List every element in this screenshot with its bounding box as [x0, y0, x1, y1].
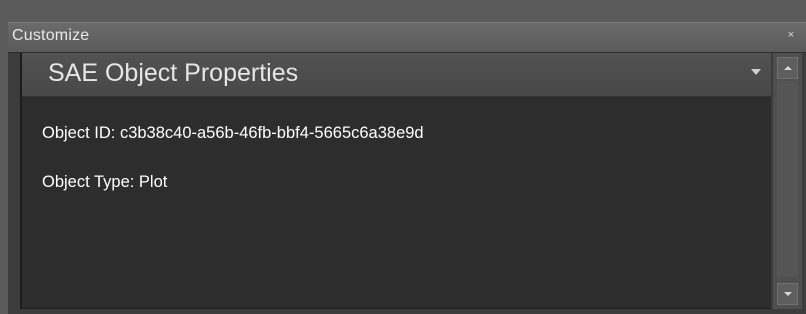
window-titlebar[interactable]: Customize × — [8, 23, 806, 53]
window-title: Customize — [12, 27, 90, 44]
panel-title: SAE Object Properties — [48, 59, 299, 87]
customize-window: Customize × SAE Object Properties Object… — [8, 22, 806, 314]
vertical-scrollbar[interactable] — [773, 53, 802, 309]
scroll-track[interactable] — [777, 81, 798, 277]
scroll-up-icon[interactable] — [777, 57, 798, 79]
properties-panel: SAE Object Properties Object ID: c3b38c4… — [20, 53, 771, 309]
chevron-down-icon[interactable] — [751, 69, 761, 75]
scroll-down-icon[interactable] — [777, 283, 798, 305]
panel-body: Object ID: c3b38c40-a56b-46fb-bbf4-5665c… — [22, 97, 771, 308]
close-icon[interactable]: × — [784, 28, 798, 42]
object-type-text: Object Type: Plot — [42, 173, 168, 191]
panel-header-dropdown[interactable]: SAE Object Properties — [22, 53, 771, 97]
object-id-text: Object ID: c3b38c40-a56b-46fb-bbf4-5665c… — [42, 124, 424, 142]
